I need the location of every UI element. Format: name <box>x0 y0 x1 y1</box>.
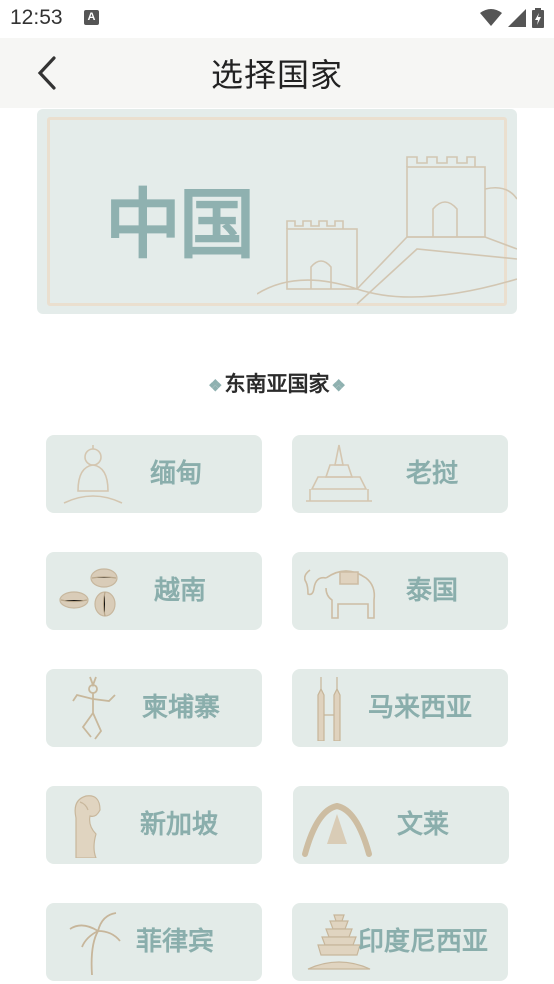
country-label: 新加坡 <box>140 810 219 840</box>
signal-icon <box>508 9 526 27</box>
dancer-icon <box>72 676 116 740</box>
status-icons <box>480 7 544 29</box>
country-card-vietnam[interactable]: 越南 <box>46 552 262 630</box>
notification-icon: A <box>84 10 99 25</box>
status-bar: 12:53 A <box>0 0 554 38</box>
country-label: 菲律宾 <box>136 927 215 957</box>
wifi-icon <box>480 9 502 26</box>
banner-title: 中国 <box>105 180 255 269</box>
china-banner[interactable]: 中国 <box>37 109 517 314</box>
mosque-arch-icon <box>302 802 372 857</box>
country-card-philippines[interactable]: 菲律宾 <box>46 903 262 981</box>
pagoda-icon <box>306 444 372 502</box>
section-header: ❖东南亚国家 ❖ <box>0 368 554 398</box>
merlion-icon <box>74 795 101 858</box>
country-label: 老挝 <box>406 459 459 489</box>
twin-towers-icon <box>317 677 341 741</box>
country-card-cambodia[interactable]: 柬埔寨 <box>46 669 262 747</box>
diamond-ornament-icon: ❖ <box>208 376 223 395</box>
battery-icon <box>532 8 544 28</box>
country-card-brunei[interactable]: 文莱 <box>293 786 509 864</box>
country-label: 马来西亚 <box>368 693 473 723</box>
country-label: 印度尼西亚 <box>358 927 489 957</box>
country-card-myanmar[interactable]: 缅甸 <box>46 435 262 513</box>
country-card-malaysia[interactable]: 马来西亚 <box>292 669 508 747</box>
palm-tree-icon <box>69 912 121 975</box>
country-label: 越南 <box>154 576 207 606</box>
country-label: 缅甸 <box>150 459 203 489</box>
status-time: 12:53 <box>10 6 63 29</box>
great-wall-icon <box>257 156 517 305</box>
buddha-icon <box>63 445 123 504</box>
elephant-icon <box>304 569 376 619</box>
page-title: 选择国家 <box>210 56 343 94</box>
coffee-beans-icon <box>59 568 118 617</box>
country-label: 泰国 <box>406 576 459 606</box>
country-card-thailand[interactable]: 泰国 <box>292 552 508 630</box>
country-card-indonesia[interactable]: 印度尼西亚 <box>292 903 508 981</box>
country-label: 文莱 <box>397 810 450 840</box>
section-title: 东南亚国家 <box>224 371 330 396</box>
diamond-ornament-icon: ❖ <box>331 376 346 395</box>
top-bar: 选择国家 <box>0 38 554 108</box>
country-label: 柬埔寨 <box>142 693 221 723</box>
country-card-singapore[interactable]: 新加坡 <box>46 786 262 864</box>
country-card-laos[interactable]: 老挝 <box>292 435 508 513</box>
